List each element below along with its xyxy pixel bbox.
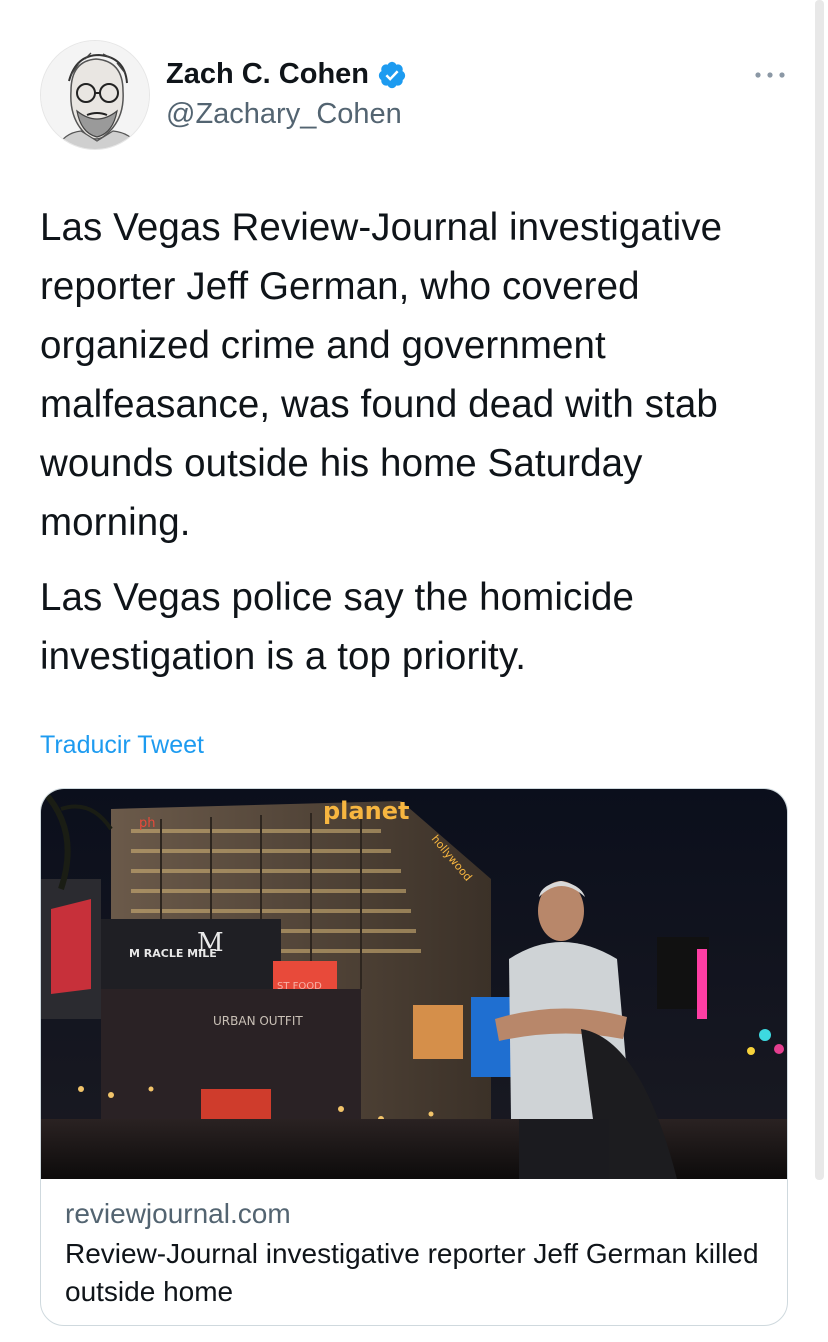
svg-text:M: M	[197, 928, 224, 958]
card-domain: reviewjournal.com	[65, 1198, 291, 1229]
author-handle[interactable]: @Zachary_Cohen	[166, 98, 402, 131]
link-preview-card[interactable]: planet hollywood ph M RACLE MILE M ST FO…	[40, 788, 788, 1326]
author-name[interactable]: Zach C. Cohen	[166, 58, 369, 91]
svg-text:URBAN OUTFIT: URBAN OUTFIT	[213, 1014, 303, 1028]
verified-badge-icon	[378, 61, 406, 88]
more-options-button[interactable]	[752, 60, 788, 90]
tweet-paragraph: Las Vegas police say the homicide invest…	[40, 576, 634, 678]
translate-tweet-link[interactable]: Traducir Tweet	[40, 731, 204, 760]
planet-sign: planet	[323, 797, 409, 825]
tweet-page: Zach C. Cohen @Zachary_Cohen Las Vegas R…	[0, 0, 828, 1342]
avatar-portrait-icon	[41, 41, 149, 149]
more-dots-icon	[755, 72, 785, 78]
card-photo-image: planet hollywood ph M RACLE MILE M ST FO…	[41, 789, 787, 1179]
author-avatar[interactable]	[40, 40, 150, 150]
tweet-paragraph: Las Vegas Review-Journal investigative r…	[40, 206, 723, 544]
author-name-row[interactable]: Zach C. Cohen	[166, 58, 407, 91]
tweet-text: Las Vegas Review-Journal investigative r…	[40, 198, 800, 702]
svg-text:ph: ph	[139, 816, 156, 831]
card-title: Review-Journal investigative reporter Je…	[65, 1238, 759, 1307]
card-body: reviewjournal.com Review-Journal investi…	[65, 1195, 765, 1311]
page-scrollbar[interactable]	[815, 0, 824, 1180]
